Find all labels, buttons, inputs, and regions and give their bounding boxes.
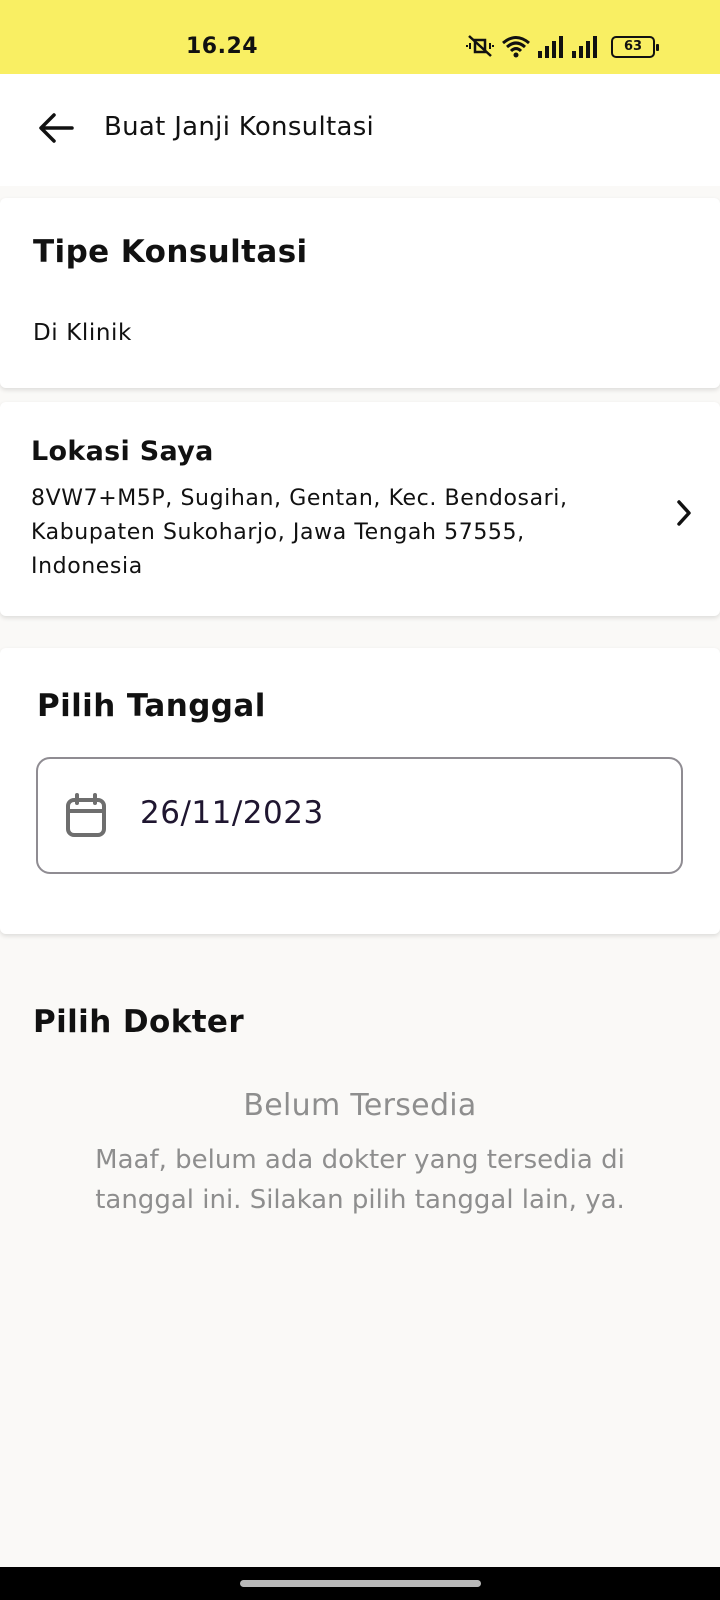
signal-icon: [572, 36, 597, 58]
back-button[interactable]: [32, 104, 80, 152]
status-bar: 16.24 63: [0, 0, 720, 74]
status-icons: 63: [465, 34, 659, 58]
consultation-type-card: Tipe Konsultasi Di Klinik: [0, 198, 720, 388]
empty-state-message: Maaf, belum ada dokter yang tersedia di …: [95, 1145, 625, 1215]
status-time: 16.24: [186, 34, 259, 59]
mute-vibrate-icon: [466, 35, 494, 57]
location-heading: Lokasi Saya: [31, 436, 214, 467]
date-heading: Pilih Tanggal: [37, 688, 266, 724]
page-title: Buat Janji Konsultasi: [104, 112, 375, 142]
location-address: 8VW7+M5P, Sugihan, Gentan, Kec. Bendosar…: [31, 486, 568, 579]
consultation-type-heading: Tipe Konsultasi: [33, 234, 308, 270]
date-picker-field[interactable]: 26/11/2023: [36, 757, 683, 874]
calendar-icon: [66, 793, 106, 837]
date-value: 26/11/2023: [140, 795, 324, 831]
chevron-right-icon[interactable]: [672, 496, 696, 530]
app-bar: Buat Janji Konsultasi: [0, 74, 720, 186]
date-card: Pilih Tanggal 26/11/2023: [0, 648, 720, 934]
battery-icon: 63: [611, 36, 659, 58]
doctor-heading: Pilih Dokter: [33, 1004, 245, 1040]
arrow-left-icon: [39, 113, 74, 143]
consultation-type-value: Di Klinik: [33, 320, 132, 346]
system-nav-bar: [0, 1567, 720, 1600]
location-card[interactable]: Lokasi Saya 8VW7+M5P, Sugihan, Gentan, K…: [0, 402, 720, 616]
wifi-icon: [502, 36, 530, 58]
battery-level: 63: [623, 39, 643, 54]
signal-icon: [538, 36, 563, 58]
home-gesture-handle[interactable]: [240, 1580, 481, 1587]
empty-state-title: Belum Tersedia: [243, 1088, 477, 1123]
